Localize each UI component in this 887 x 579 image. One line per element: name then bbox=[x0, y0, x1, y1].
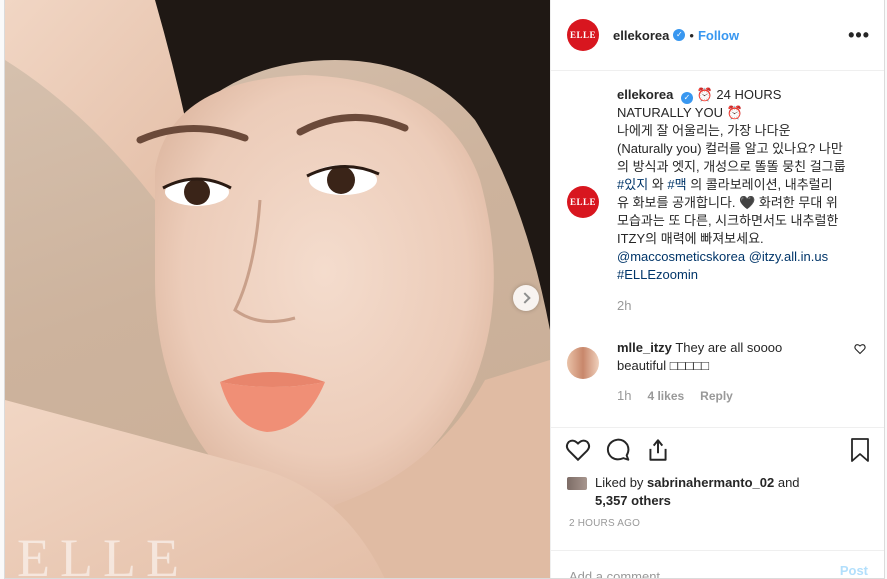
post-dialog: ELLE ELLE ellekorea ✓ • Follow ••• ELLE … bbox=[4, 0, 885, 579]
likes-text: Liked by sabrinahermanto_02 and 5,357 ot… bbox=[595, 474, 800, 510]
comment-body: mlle_itzy They are all soooo beautiful □… bbox=[617, 339, 817, 405]
hashtag-mac[interactable]: #맥 bbox=[667, 177, 686, 192]
verified-icon: ✓ bbox=[673, 29, 686, 41]
mention-maccosmeticskorea[interactable]: @maccosmeticskorea bbox=[617, 249, 745, 264]
caption-line2: 나에게 잘 어울리는, 가장 나다운 (Naturally you) 컬러를 알… bbox=[617, 123, 846, 174]
separator: • bbox=[689, 27, 694, 43]
post-timestamp[interactable]: 2 HOURS AGO bbox=[569, 518, 640, 529]
likes-summary: Liked by sabrinahermanto_02 and 5,357 ot… bbox=[567, 474, 870, 510]
comment-bubble-icon[interactable] bbox=[605, 437, 631, 463]
portrait-illustration bbox=[5, 0, 550, 578]
post-photo[interactable]: ELLE bbox=[5, 0, 550, 579]
avatar-logo: ELLE bbox=[569, 30, 596, 40]
more-options-icon[interactable]: ••• bbox=[848, 25, 870, 46]
comment-username[interactable]: mlle_itzy bbox=[617, 340, 672, 355]
comment-meta: 1h 4 likes Reply bbox=[617, 387, 817, 405]
comment-avatar[interactable] bbox=[567, 347, 599, 379]
post-side-panel: ELLE ellekorea ✓ • Follow ••• ELLE ellek… bbox=[550, 0, 884, 578]
liker-username[interactable]: sabrinahermanto_02 bbox=[647, 475, 774, 490]
header-username[interactable]: ellekorea bbox=[613, 28, 669, 43]
verified-icon: ✓ bbox=[681, 92, 693, 104]
caption-username[interactable]: ellekorea bbox=[617, 87, 673, 102]
caption-time[interactable]: 2h bbox=[617, 297, 847, 315]
avatar[interactable]: ELLE bbox=[567, 19, 599, 51]
likes-and: and bbox=[777, 475, 800, 490]
avatar-logo: ELLE bbox=[569, 197, 596, 207]
hashtag-ellezoomin[interactable]: #ELLEzoomin bbox=[617, 267, 698, 282]
likes-prefix: Liked by bbox=[595, 475, 644, 490]
chevron-right-icon bbox=[518, 292, 531, 304]
caption-line3: 의 콜라보레이션, 내추럴리 유 화보를 공개합니다. 🖤 화려한 무대 위 모… bbox=[617, 177, 839, 246]
like-comment-heart-icon[interactable] bbox=[854, 343, 866, 358]
share-icon[interactable] bbox=[645, 437, 671, 463]
comment-likes[interactable]: 4 likes bbox=[647, 387, 684, 405]
mention-itzy[interactable]: @itzy.all.in.us bbox=[749, 249, 828, 264]
caption-avatar[interactable]: ELLE bbox=[567, 186, 599, 218]
post-comment-button[interactable]: Post bbox=[840, 563, 868, 578]
add-comment-bar: Post bbox=[551, 550, 884, 578]
liker-avatar[interactable] bbox=[567, 477, 587, 490]
hashtag-itzy[interactable]: #있지 bbox=[617, 177, 648, 192]
add-comment-input[interactable] bbox=[569, 563, 840, 578]
next-photo-button[interactable] bbox=[513, 285, 539, 311]
post-header: ELLE ellekorea ✓ • Follow ••• bbox=[551, 0, 884, 71]
comment-time[interactable]: 1h bbox=[617, 387, 631, 405]
comment-item: mlle_itzy They are all soooo beautiful □… bbox=[567, 339, 870, 405]
comments-list: ELLE ellekorea ✓ ⏰ 24 HOURS NATURALLY YO… bbox=[567, 86, 870, 405]
caption-wa: 와 bbox=[651, 177, 664, 192]
like-heart-icon[interactable] bbox=[565, 437, 591, 463]
elle-watermark: ELLE bbox=[17, 528, 189, 579]
likes-others-count[interactable]: 5,357 others bbox=[595, 493, 671, 508]
follow-button[interactable]: Follow bbox=[698, 28, 739, 43]
caption-body: ellekorea ✓ ⏰ 24 HOURS NATURALLY YOU ⏰ 나… bbox=[617, 86, 847, 315]
reply-button[interactable]: Reply bbox=[700, 387, 733, 405]
bookmark-icon[interactable] bbox=[848, 437, 872, 463]
caption: ELLE ellekorea ✓ ⏰ 24 HOURS NATURALLY YO… bbox=[567, 86, 870, 315]
action-bar bbox=[551, 427, 884, 471]
